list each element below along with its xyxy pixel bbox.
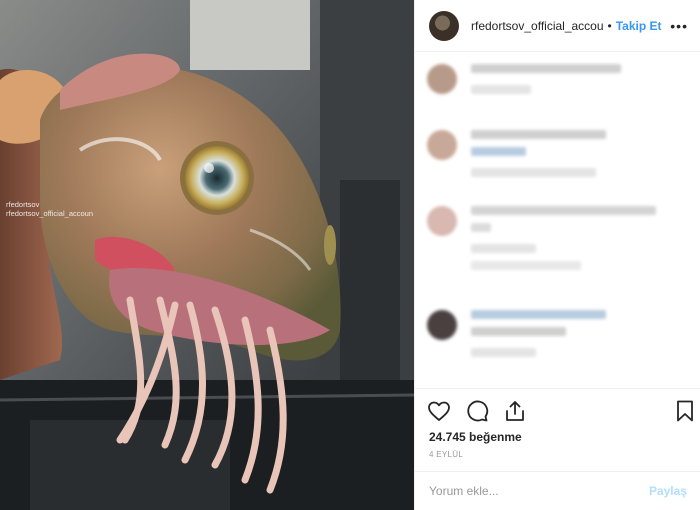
- post-photo[interactable]: rfedortsov rfedortsov_official_accoun: [0, 0, 414, 510]
- username-link[interactable]: rfedortsov_official_accou: [471, 19, 604, 33]
- comment-input[interactable]: [429, 484, 649, 498]
- header-separator: •: [607, 18, 612, 33]
- comment-form: Paylaş: [415, 471, 700, 510]
- photo-watermark: rfedortsov rfedortsov_official_accoun: [6, 200, 93, 218]
- like-count[interactable]: 24.745 beğenme: [429, 430, 522, 444]
- instagram-post: rfedortsov rfedortsov_official_accoun rf…: [0, 0, 700, 510]
- blurred-comment-meta: [471, 85, 531, 94]
- list-item: [427, 206, 656, 278]
- blurred-comment-meta: [471, 348, 536, 357]
- list-item: [427, 130, 606, 185]
- post-actions: 24.745 beğenme 4 EYLÜL: [415, 388, 700, 470]
- blurred-comment-line: [471, 327, 566, 336]
- comment-icon[interactable]: [465, 399, 489, 423]
- blurred-comment-line: [471, 223, 491, 232]
- blurred-comment-meta: [471, 244, 536, 253]
- avatar[interactable]: [429, 10, 459, 41]
- post-side-panel: rfedortsov_official_accou • Takip Et •••: [414, 0, 700, 510]
- fish-photo-image: [0, 0, 414, 510]
- comments-list: [415, 52, 700, 388]
- more-options-icon[interactable]: •••: [670, 18, 688, 34]
- blurred-comment-meta: [471, 261, 581, 270]
- follow-button[interactable]: Takip Et: [616, 19, 662, 33]
- blurred-comment-line: [471, 147, 526, 156]
- post-comment-button[interactable]: Paylaş: [649, 484, 687, 498]
- blurred-comment-meta: [471, 168, 596, 177]
- post-header: rfedortsov_official_accou • Takip Et •••: [415, 0, 700, 52]
- avatar: [427, 130, 457, 160]
- avatar: [427, 206, 457, 236]
- blurred-comment-line: [471, 64, 621, 73]
- avatar: [427, 64, 457, 94]
- heart-icon[interactable]: [427, 399, 451, 423]
- blurred-comment-line: [471, 310, 606, 319]
- watermark-account: rfedortsov_official_accoun: [6, 209, 93, 218]
- blurred-comment-line: [471, 130, 606, 139]
- watermark-handle: rfedortsov: [6, 200, 40, 209]
- list-item: [427, 310, 606, 365]
- post-date[interactable]: 4 EYLÜL: [429, 450, 463, 459]
- avatar: [427, 310, 457, 340]
- list-item: [427, 64, 621, 102]
- share-icon[interactable]: [503, 399, 527, 423]
- blurred-comment-line: [471, 206, 656, 215]
- bookmark-icon[interactable]: [673, 399, 697, 423]
